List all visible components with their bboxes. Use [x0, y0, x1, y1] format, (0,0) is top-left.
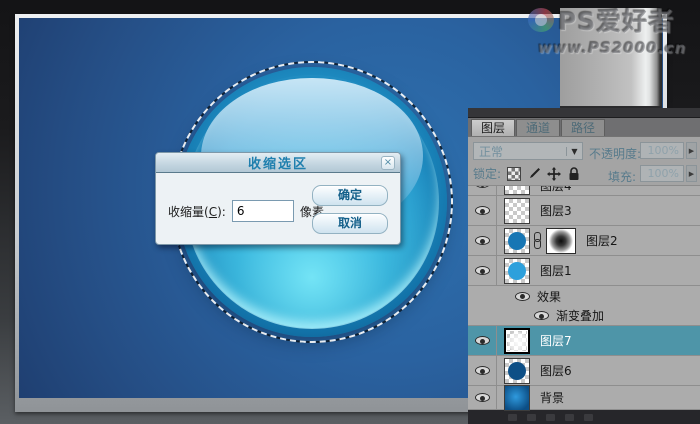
cancel-button[interactable]: 取消: [312, 213, 388, 234]
contract-amount-input[interactable]: [232, 200, 294, 222]
blend-mode-select[interactable]: 正常 ▼: [473, 142, 583, 160]
layer-mask-thumbnail[interactable]: [546, 228, 576, 254]
panel-bottom-icon[interactable]: [527, 414, 536, 421]
layer-name: 图层7: [540, 332, 572, 349]
effect-gradient-overlay-row[interactable]: 渐变叠加: [468, 306, 700, 326]
layer-row-background[interactable]: 背景: [468, 386, 700, 410]
effects-header-row[interactable]: 效果: [468, 286, 700, 306]
layer-name: 图层6: [540, 362, 572, 379]
layer-row-2[interactable]: 图层2: [468, 226, 700, 256]
effect-name: 渐变叠加: [556, 307, 604, 324]
layer-name: 背景: [540, 389, 564, 406]
layer-name: 图层4: [540, 186, 572, 194]
visibility-cell[interactable]: [468, 326, 497, 355]
lock-label: 锁定:: [473, 165, 501, 182]
visibility-cell[interactable]: [468, 356, 497, 385]
visibility-cell[interactable]: [468, 226, 497, 255]
dialog-title: 收缩选区: [156, 153, 400, 172]
eye-icon[interactable]: [475, 266, 490, 275]
tab-paths[interactable]: 路径: [561, 119, 605, 136]
panel-bottom-bar: [468, 410, 700, 424]
panel-bottom-icon[interactable]: [546, 414, 555, 421]
layer-row-1[interactable]: 图层1: [468, 256, 700, 286]
close-icon[interactable]: ×: [381, 156, 395, 170]
layer-thumbnail[interactable]: [504, 328, 530, 354]
layer-thumbnail[interactable]: [504, 358, 530, 384]
eye-icon[interactable]: [475, 393, 490, 402]
visibility-cell[interactable]: [468, 196, 497, 225]
eye-icon[interactable]: [475, 336, 490, 345]
tab-channels[interactable]: 通道: [516, 119, 560, 136]
chevron-down-icon[interactable]: ▼: [566, 147, 582, 156]
layer-thumbnail[interactable]: [504, 228, 530, 254]
layer-thumbnail[interactable]: [504, 258, 530, 284]
fill-arrow-icon[interactable]: ▶: [686, 165, 697, 182]
layer-row-4[interactable]: 图层4: [468, 186, 700, 196]
dialog-titlebar[interactable]: 收缩选区 ×: [156, 153, 400, 173]
panel-bottom-icon[interactable]: [508, 414, 517, 421]
eye-icon[interactable]: [475, 236, 490, 245]
panel-bottom-icon[interactable]: [565, 414, 574, 421]
panel-titlebar[interactable]: [468, 108, 700, 118]
lock-pixels-brush-icon[interactable]: [527, 167, 541, 181]
blue-circle-thumb: [508, 262, 526, 280]
layer-controls: 正常 ▼ 不透明度: 100% ▶ 锁定: 填充: 100% ▶: [468, 137, 700, 186]
opacity-arrow-icon[interactable]: ▶: [686, 142, 697, 159]
lock-transparency-icon[interactable]: [507, 167, 521, 181]
panel-bottom-icon[interactable]: [584, 414, 593, 421]
visibility-cell[interactable]: [468, 386, 497, 409]
layer-row-3[interactable]: 图层3: [468, 196, 700, 226]
white-highlight-thumb: [508, 332, 528, 352]
layer-thumbnail[interactable]: [504, 198, 530, 224]
fill-label: 填充:: [608, 168, 636, 185]
eye-icon[interactable]: [475, 206, 490, 215]
tab-layers[interactable]: 图层: [471, 119, 515, 136]
layer-list: 图层4 图层3 图层2 图层1 效果: [468, 186, 700, 410]
fill-field[interactable]: 100%: [640, 165, 684, 182]
mask-link-icon[interactable]: [532, 232, 542, 250]
contract-amount-label: 收缩量(C):: [168, 203, 226, 220]
lock-all-icon[interactable]: [567, 167, 581, 181]
background-thumbnail[interactable]: [504, 385, 530, 411]
lock-row: 锁定:: [473, 165, 581, 182]
eye-icon[interactable]: [475, 366, 490, 375]
partial-panel-top-right: [560, 8, 662, 108]
blue-circle-thumb: [508, 362, 526, 380]
layers-panel: 图层 通道 路径 正常 ▼ 不透明度: 100% ▶ 锁定: 填充: 100% …: [468, 108, 700, 424]
opacity-field[interactable]: 100%: [640, 142, 684, 159]
visibility-cell[interactable]: [468, 186, 497, 195]
layer-thumbnail[interactable]: [504, 186, 530, 195]
layer-name: 图层3: [540, 202, 572, 219]
ok-button[interactable]: 确定: [312, 185, 388, 206]
contract-selection-dialog: 收缩选区 × 收缩量(C): 像素 确定 取消: [155, 152, 401, 245]
dialog-body: 收缩量(C): 像素 确定 取消: [156, 173, 400, 245]
opacity-label: 不透明度:: [589, 145, 641, 162]
eye-icon[interactable]: [534, 311, 549, 320]
panel-tabs: 图层 通道 路径: [468, 118, 700, 137]
blend-mode-value: 正常: [474, 143, 566, 160]
blue-circle-thumb: [508, 232, 526, 250]
effects-label: 效果: [537, 288, 561, 305]
layer-name: 图层2: [586, 232, 618, 249]
visibility-cell[interactable]: [468, 256, 497, 285]
contract-amount-row: 收缩量(C): 像素: [168, 200, 324, 222]
eye-icon[interactable]: [515, 292, 530, 301]
layer-name: 图层1: [540, 262, 572, 279]
lock-position-move-icon[interactable]: [547, 167, 561, 181]
layer-row-7-selected[interactable]: 图层7: [468, 326, 700, 356]
layer-row-6[interactable]: 图层6: [468, 356, 700, 386]
eye-icon[interactable]: [475, 186, 490, 188]
